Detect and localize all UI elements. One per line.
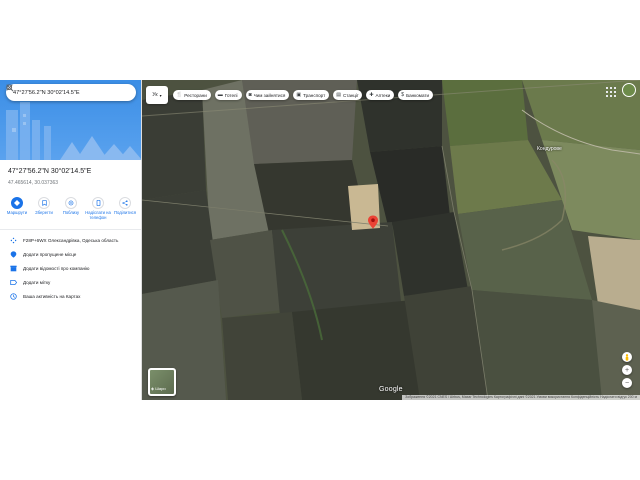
language-selector[interactable]: Ук ▾	[146, 86, 168, 104]
add-label-row[interactable]: Додати мітку	[0, 275, 141, 289]
label-icon	[9, 278, 17, 286]
chip-pharmacies[interactable]: ✚ Аптеки	[366, 90, 395, 100]
place-hero-image: 47°27'56.2"N 30°02'14.5"E	[0, 80, 141, 160]
send-to-phone-button[interactable]: Надіслати на телефон	[85, 197, 111, 221]
plus-code-row[interactable]: F28P+6WX Олександрівка, Одеська область	[0, 233, 141, 247]
bookmark-icon	[41, 200, 47, 206]
camera-icon: ◙	[248, 92, 252, 98]
layers-label-text: Шари	[155, 386, 166, 391]
chip-things-to-do-label: Чим зайнятися	[253, 92, 286, 98]
search-input[interactable]: 47°27'56.2"N 30°02'14.5"E	[13, 90, 105, 96]
place-title: 47°27'56.2"N 30°02'14.5"E	[8, 168, 92, 175]
language-label: Ук	[152, 92, 158, 98]
satellite-imagery	[142, 80, 640, 400]
chip-transit[interactable]: ▣ Транспорт	[293, 90, 330, 100]
add-business-row[interactable]: Додати відомості про компанію	[0, 261, 141, 275]
place-panel: 47°27'56.2"N 30°02'14.5"E 47°27'56.2"N 3…	[0, 80, 142, 400]
place-info-list: F28P+6WX Олександрівка, Одеська область …	[0, 233, 141, 303]
save-label: Зберегти	[35, 210, 53, 215]
business-icon	[9, 264, 17, 272]
chip-things-to-do[interactable]: ◙ Чим зайнятися	[245, 90, 290, 100]
attribution-bar: Зображення ©2021 CNES / Airbus, Maxar Te…	[402, 395, 640, 400]
add-place-icon	[9, 250, 17, 258]
directions-icon	[14, 200, 20, 206]
chip-atms-label: Банкомати	[406, 92, 430, 98]
directions-label: Маршрути	[6, 210, 28, 215]
google-logo: Google	[379, 386, 403, 393]
transit-icon: ▣	[296, 92, 302, 98]
map-controls: + −	[622, 352, 634, 391]
location-marker-icon[interactable]	[367, 215, 379, 229]
village-label: Кондурове	[537, 146, 562, 152]
maps-activity-text: Ваша активність на Картах	[23, 293, 81, 299]
chip-fuel-label: Станції	[342, 92, 359, 98]
place-decimal-coords: 47.465614, 30.037363	[8, 180, 59, 186]
nearby-label: Поблизу	[62, 210, 80, 215]
chip-atms[interactable]: $ Банкомати	[398, 90, 434, 100]
hotel-icon: ▬	[217, 92, 223, 98]
send-to-phone-label: Надіслати на телефон	[85, 210, 111, 220]
pharmacy-icon: ✚	[369, 92, 374, 98]
apps-grid-icon[interactable]	[605, 86, 617, 98]
chip-restaurants-label: Ресторани	[184, 92, 207, 98]
fuel-icon: ▤	[336, 92, 341, 98]
search-box[interactable]: 47°27'56.2"N 30°02'14.5"E	[6, 84, 136, 101]
share-label: Поділитися	[113, 210, 137, 215]
directions-button[interactable]: Маршрути	[4, 197, 30, 221]
add-business-text: Додати відомості про компанію	[23, 265, 90, 271]
maps-activity-row[interactable]: Ваша активність на Картах	[0, 289, 141, 303]
nearby-icon	[68, 200, 74, 206]
add-label-text: Додати мітку	[23, 279, 51, 285]
plus-code-text: F28P+6WX Олександрівка, Одеська область	[23, 237, 119, 243]
add-place-row[interactable]: Додати пропущене місце	[0, 247, 141, 261]
chip-fuel[interactable]: ▤ Станції	[333, 90, 363, 100]
zoom-out-button[interactable]: −	[622, 378, 632, 388]
search-icon[interactable]	[6, 84, 118, 98]
category-chips: Ук ▾ 🍴 Ресторани ▬ Готелі ◙ Чим зайнятися ▣…	[146, 86, 437, 104]
chip-transit-label: Транспорт	[303, 92, 326, 98]
action-bar: Маршрути Зберегти Поблизу Надіслати на т…	[4, 197, 138, 221]
restaurant-icon: 🍴	[176, 92, 183, 98]
chip-pharmacies-label: Аптеки	[375, 92, 391, 98]
layers-button[interactable]	[148, 368, 176, 396]
close-icon[interactable]	[6, 84, 131, 98]
chip-restaurants[interactable]: 🍴 Ресторани	[173, 90, 211, 100]
layers-label: ◈ Шари	[151, 386, 166, 391]
satellite-map[interactable]: Ук ▾ 🍴 Ресторани ▬ Готелі ◙ Чим зайнятися ▣…	[142, 80, 640, 400]
chevron-down-icon: ▾	[159, 92, 162, 98]
history-icon	[9, 292, 17, 300]
google-maps-window: 47°27'56.2"N 30°02'14.5"E 47°27'56.2"N 3…	[0, 80, 640, 400]
share-icon	[122, 200, 128, 206]
avatar[interactable]	[622, 83, 636, 97]
chip-hotels[interactable]: ▬ Готелі	[214, 90, 242, 100]
nearby-button[interactable]: Поблизу	[58, 197, 84, 221]
atm-icon: $	[401, 92, 405, 98]
share-button[interactable]: Поділитися	[112, 197, 138, 221]
save-button[interactable]: Зберегти	[31, 197, 57, 221]
layers-icon: ◈	[151, 386, 155, 391]
pegman-icon[interactable]	[622, 352, 632, 362]
phone-icon	[96, 200, 100, 206]
add-place-text: Додати пропущене місце	[23, 251, 77, 257]
plus-code-icon	[9, 236, 17, 244]
chip-hotels-label: Готелі	[224, 92, 238, 98]
zoom-in-button[interactable]: +	[622, 365, 632, 375]
divider	[0, 229, 141, 230]
